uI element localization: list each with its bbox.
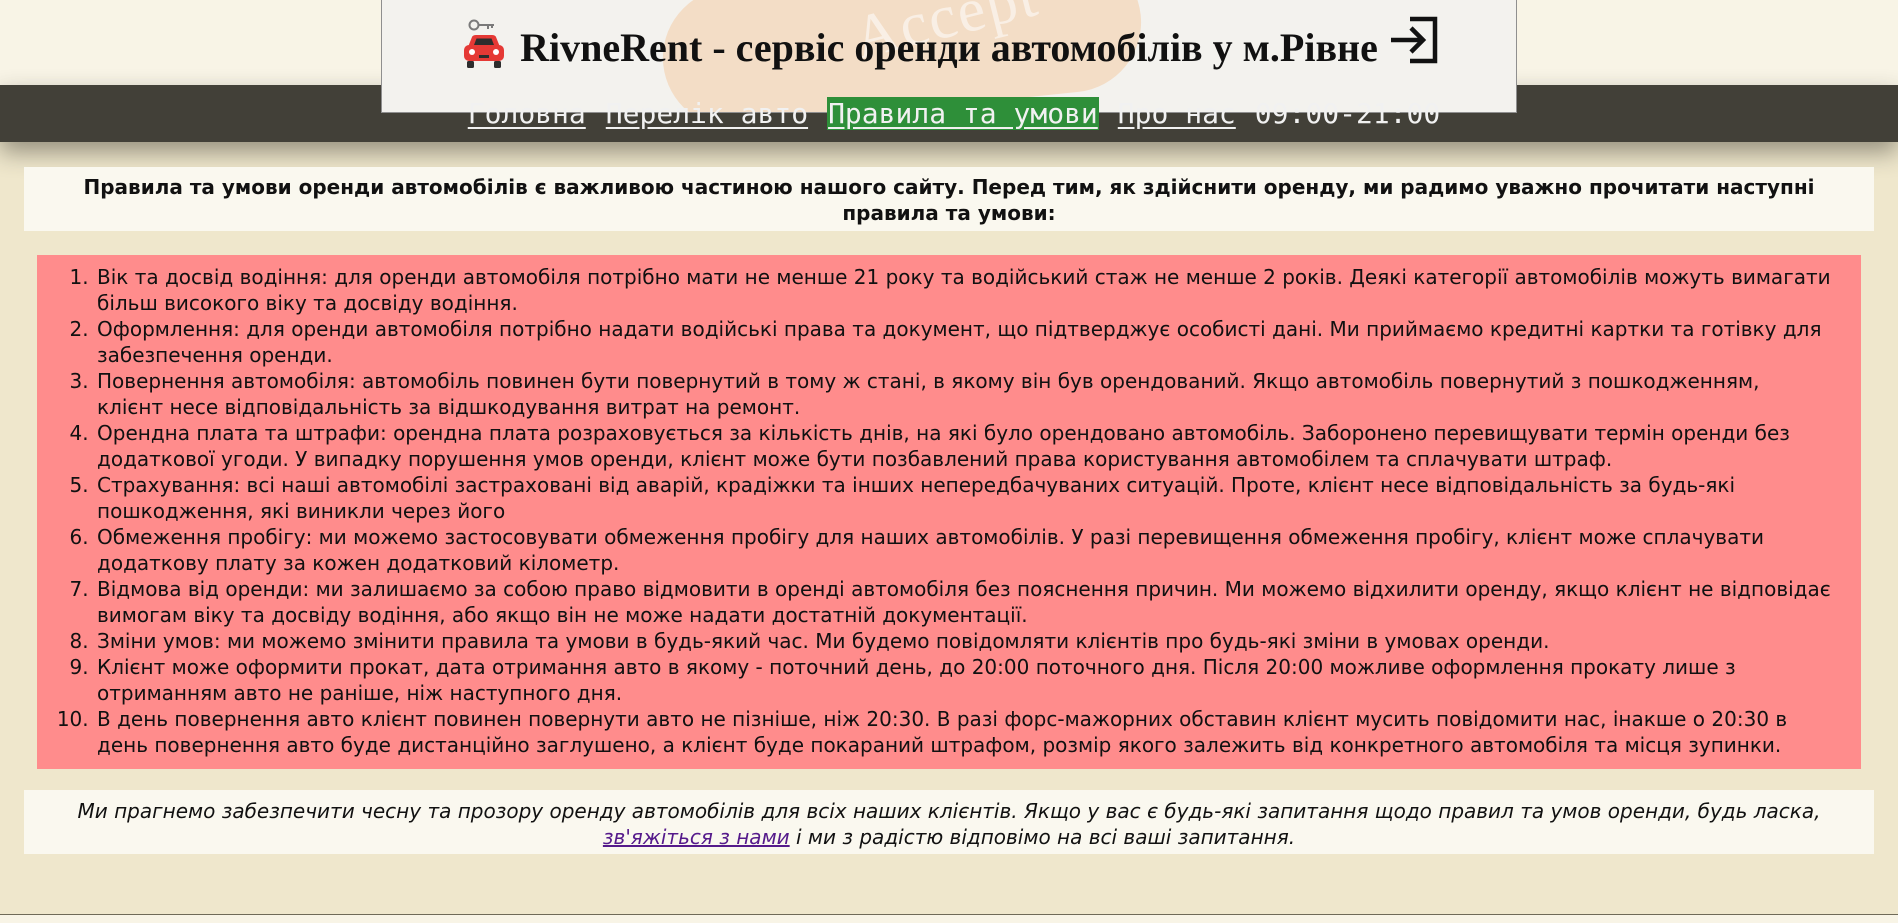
rule-item: Страхування: всі наші автомобілі застрах… [95,472,1831,524]
nav-home[interactable]: Головна [467,97,587,130]
rule-item: Орендна плата та штрафи: орендна плата р… [95,420,1831,472]
login-icon[interactable] [1388,15,1440,65]
rule-item: Повернення автомобіля: автомобіль повине… [95,368,1831,420]
rule-item: Вік та досвід водіння: для оренди автомо… [95,264,1831,316]
rules-list: Вік та досвід водіння: для оренди автомо… [37,264,1831,758]
main-nav: Головна Перелік авто Правила та умови Пр… [0,85,1898,142]
rule-item: Обмеження пробігу: ми можемо застосовува… [95,524,1831,576]
outro-text-after: і ми з радістю відповімо на всі ваші зап… [789,825,1296,849]
rule-item: Зміни умов: ми можемо змінити правила та… [95,628,1831,654]
outro-text: Ми прагнемо забезпечити чесну та прозору… [24,790,1874,854]
rule-item: Оформлення: для оренди автомобіля потріб… [95,316,1831,368]
nav-rules[interactable]: Правила та умови [827,97,1099,130]
rules-list-panel: Вік та досвід водіння: для оренди автомо… [37,255,1861,769]
footer [0,914,1898,923]
contact-us-link[interactable]: зв'яжіться з нами [603,825,790,849]
nav-about[interactable]: Про нас [1117,97,1237,130]
nav-car-list[interactable]: Перелік авто [605,97,809,130]
rule-item: Відмова від оренди: ми залишаємо за собо… [95,576,1831,628]
header-title-row: RivneRent - сервіс оренди автомобілів у … [382,12,1516,82]
rule-item: Клієнт може оформити прокат, дата отрима… [95,654,1831,706]
outro-text-before: Ми прагнемо забезпечити чесну та прозору… [77,799,1821,823]
working-hours: 09:00-21:00 [1254,97,1441,130]
intro-text: Правила та умови оренди автомобілів є ва… [24,167,1874,231]
rule-item: В день повернення авто клієнт повинен по… [95,706,1831,758]
page-title: RivneRent - сервіс оренди автомобілів у … [520,24,1378,70]
car-key-icon [464,19,505,68]
